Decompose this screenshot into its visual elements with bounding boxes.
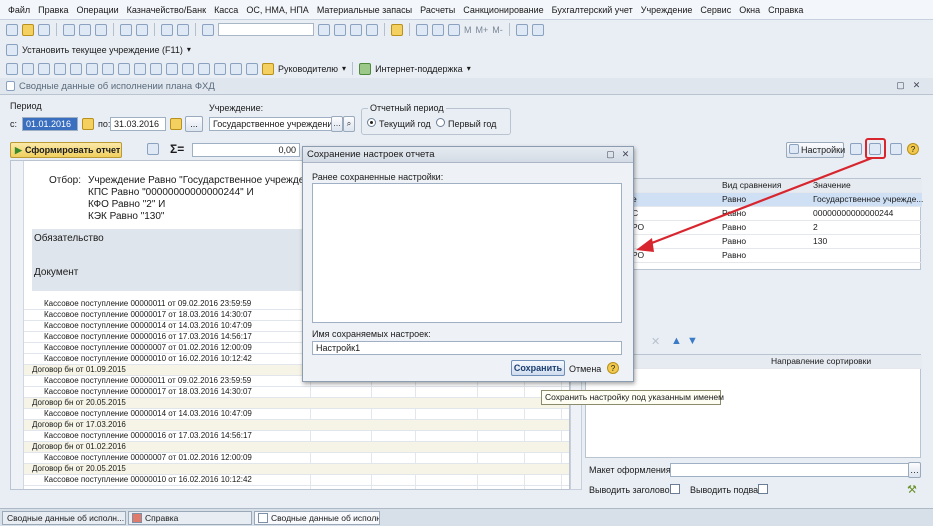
help-icon[interactable]: ? xyxy=(607,362,619,374)
task-report[interactable]: Сводные данные об исполн... xyxy=(2,511,126,525)
settings-name-label: Имя сохраняемых настроек: xyxy=(312,329,431,339)
maximize-icon[interactable]: ▢ xyxy=(605,149,616,160)
saved-settings-label: Ранее сохраненные настройки: xyxy=(312,172,444,182)
window-taskbar: Сводные данные об исполн... Справка Свод… xyxy=(0,508,933,526)
settings-name-input[interactable]: Настройк1 xyxy=(312,341,622,355)
saved-settings-list[interactable] xyxy=(312,183,622,323)
task-report-label: Сводные данные об исполн... xyxy=(271,513,380,523)
dialog-title-bar: Сохранение настроек отчета ▢ ✕ xyxy=(303,147,633,163)
task-report-active[interactable]: Сводные данные об исполн... xyxy=(254,511,380,525)
cancel-button[interactable]: Отмена xyxy=(569,364,601,374)
save-tooltip: Сохранить настройку под указанным именем xyxy=(541,390,724,405)
task-help-label: Справка xyxy=(145,513,179,523)
document-icon xyxy=(258,513,268,523)
save-button[interactable]: Сохранить xyxy=(511,360,565,376)
help-book-icon xyxy=(132,513,142,523)
dialog-title: Сохранение настроек отчета xyxy=(307,149,435,160)
task-help[interactable]: Справка xyxy=(128,511,252,525)
save-settings-dialog: Сохранение настроек отчета ▢ ✕ Ранее сох… xyxy=(302,146,634,382)
close-icon[interactable]: ✕ xyxy=(620,149,631,160)
